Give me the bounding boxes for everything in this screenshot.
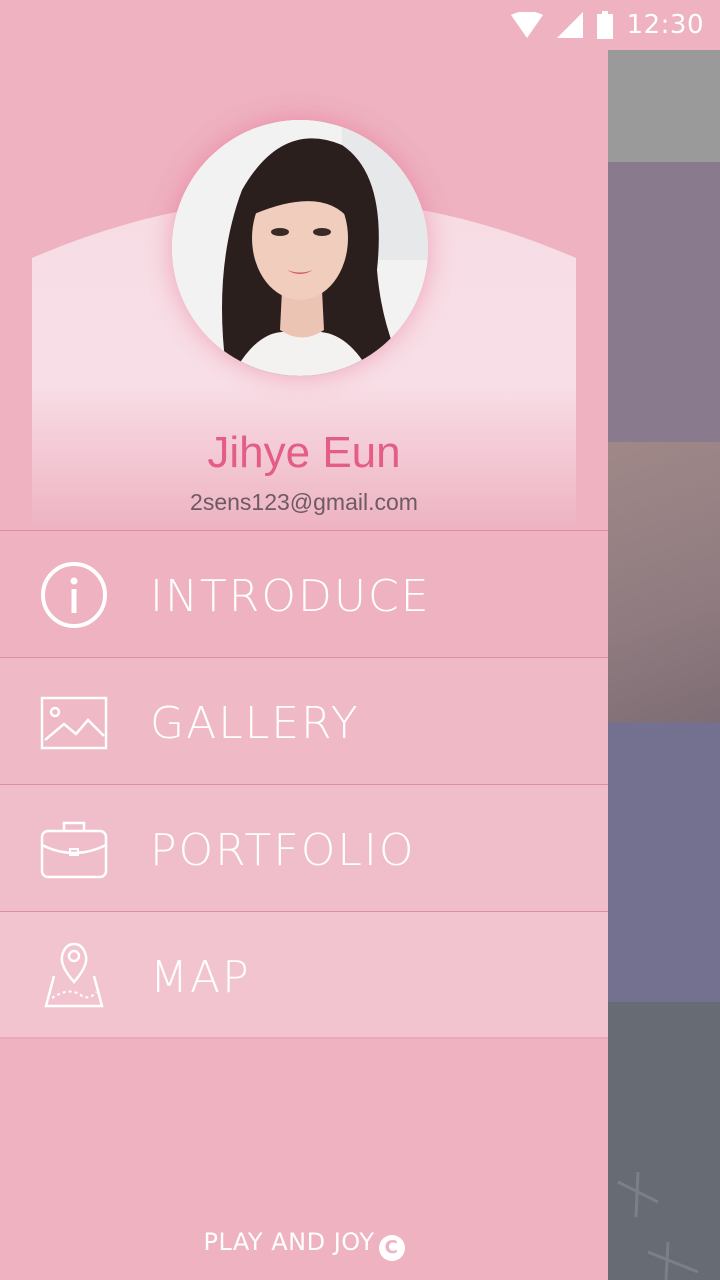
menu-item-gallery[interactable]: GALLERY [0, 657, 608, 784]
drawer-menu: INTRODUCE GALLERY PORTFOLIO MAP [0, 530, 608, 1039]
background-card [608, 722, 720, 1002]
copyright-icon: C [378, 1235, 405, 1261]
background-card [608, 442, 720, 722]
menu-item-introduce[interactable]: INTRODUCE [0, 530, 608, 657]
menu-item-label: INTRODUCE [150, 571, 431, 622]
battery-icon [596, 11, 613, 39]
background-decoration [617, 1171, 699, 1280]
menu-item-portfolio[interactable]: PORTFOLIO [0, 784, 608, 911]
profile-name: Jihye Eun [207, 428, 401, 477]
image-icon [40, 696, 108, 750]
profile-email: 2sens123@gmail.com [190, 489, 418, 515]
avatar[interactable] [172, 120, 428, 376]
background-card [608, 1002, 720, 1280]
info-icon [41, 562, 107, 628]
status-bar: 12:30 [0, 0, 720, 50]
map-pin-icon [44, 942, 104, 1008]
briefcase-icon [40, 821, 108, 879]
cellular-signal-icon [556, 12, 583, 38]
avatar-image [172, 120, 428, 376]
footer-text: PLAY AND JOY [203, 1228, 375, 1256]
status-time: 12:30 [626, 10, 704, 40]
footer: PLAY AND JOY C [0, 1228, 608, 1261]
menu-item-label: MAP [150, 952, 251, 1003]
background-card [608, 162, 720, 442]
wifi-icon [510, 12, 543, 38]
background-toolbar [608, 50, 720, 162]
status-icons: 12:30 [510, 8, 704, 42]
menu-item-map[interactable]: MAP [0, 911, 608, 1039]
background-content[interactable] [608, 50, 720, 1280]
menu-item-label: GALLERY [150, 698, 360, 749]
navigation-drawer: Jihye Eun 2sens123@gmail.com INTRODUCE G… [0, 50, 608, 1280]
menu-item-label: PORTFOLIO [150, 825, 416, 876]
